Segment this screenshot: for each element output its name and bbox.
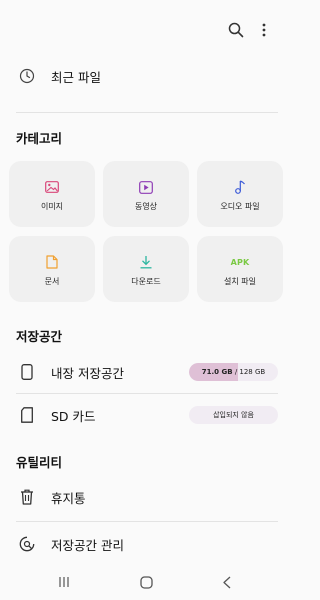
image-icon: [9, 179, 95, 195]
category-label: 문서: [44, 277, 60, 286]
sd-card-status-badge: 삽입되지 않음: [189, 406, 278, 424]
divider: [16, 521, 278, 522]
download-icon: [103, 254, 189, 270]
internal-storage-label: 내장 저장공간: [51, 365, 124, 381]
category-images[interactable]: 이미지: [9, 161, 95, 227]
utilities-heading: 유틸리티: [16, 455, 63, 470]
sd-card-status: 삽입되지 않음: [213, 411, 254, 419]
category-label: 다운로드: [131, 277, 161, 286]
home-icon[interactable]: [138, 574, 154, 590]
manage-storage-label: 저장공간 관리: [51, 537, 124, 553]
recents-icon[interactable]: [56, 574, 72, 590]
divider: [16, 112, 278, 113]
sd-card-icon: [17, 405, 37, 425]
usage-text: 71.0 GB / 128 GB: [189, 363, 278, 381]
category-label: 설치 파일: [224, 277, 256, 286]
category-documents[interactable]: 문서: [9, 236, 95, 302]
trash-label: 휴지통: [51, 490, 86, 506]
categories-heading: 카테고리: [16, 131, 63, 146]
search-icon[interactable]: [226, 20, 246, 40]
category-label: 오디오 파일: [220, 202, 260, 211]
storage-heading: 저장공간: [16, 329, 63, 344]
trash-row[interactable]: 휴지통: [0, 479, 292, 515]
top-app-bar: [0, 0, 292, 56]
recent-files-row[interactable]: 최근 파일: [0, 58, 292, 94]
sd-card-label: SD 카드: [51, 408, 96, 424]
video-icon: [103, 179, 189, 195]
music-note-icon: [197, 179, 283, 195]
apk-icon: APK: [197, 254, 283, 270]
back-icon[interactable]: [219, 574, 235, 590]
recent-files-label: 최근 파일: [51, 69, 101, 85]
category-audio[interactable]: 오디오 파일: [197, 161, 283, 227]
category-videos[interactable]: 동영상: [103, 161, 189, 227]
clock-icon: [17, 66, 37, 86]
more-options-icon[interactable]: [255, 20, 273, 40]
document-icon: [9, 254, 95, 270]
manage-storage-row[interactable]: 저장공간 관리: [0, 526, 292, 562]
system-navigation-bar: [0, 566, 292, 600]
phone-icon: [17, 362, 37, 382]
total-amount: / 128 GB: [234, 368, 266, 376]
category-downloads[interactable]: 다운로드: [103, 236, 189, 302]
category-installation-files[interactable]: APK 설치 파일: [197, 236, 283, 302]
category-label: 동영상: [134, 202, 158, 211]
used-amount: 71.0 GB: [201, 368, 233, 376]
trash-icon: [17, 487, 37, 507]
internal-storage-usage-bar: 71.0 GB / 128 GB: [189, 363, 278, 381]
divider: [16, 393, 278, 394]
storage-search-icon: [17, 534, 37, 554]
apk-icon-text: APK: [230, 257, 250, 267]
category-label: 이미지: [40, 202, 64, 211]
